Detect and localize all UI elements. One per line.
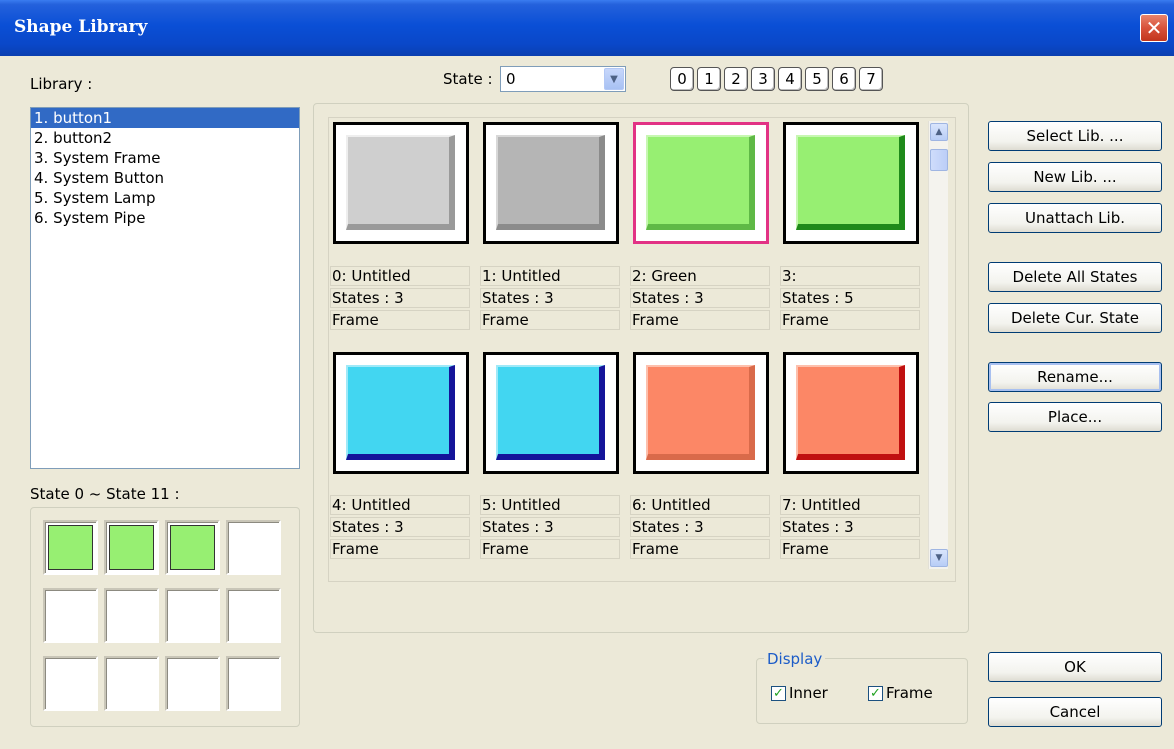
state-cell[interactable]: [104, 520, 159, 575]
unattach-lib-button[interactable]: Unattach Lib.: [988, 203, 1162, 233]
close-button[interactable]: ✕: [1140, 14, 1168, 42]
title-bar: Shape Library ✕: [0, 0, 1174, 56]
shape-name: 5: Untitled: [480, 495, 620, 515]
shape-grid-scrollbar[interactable]: ▲ ▼: [928, 121, 948, 569]
shape-tile-3[interactable]: [783, 122, 919, 244]
state-grid-group: [30, 507, 300, 727]
shape-tile-4[interactable]: [333, 352, 469, 474]
shape-states: States : 3: [630, 288, 770, 308]
chevron-down-icon[interactable]: ▼: [604, 68, 624, 90]
state-cell[interactable]: [165, 656, 220, 711]
shape-name: 7: Untitled: [780, 495, 920, 515]
state-dropdown[interactable]: 0 ▼: [500, 66, 626, 92]
state-button-1[interactable]: 1: [697, 67, 721, 91]
shape-type: Frame: [480, 310, 620, 330]
shape-states: States : 5: [780, 288, 920, 308]
shape-preview: [796, 365, 905, 460]
shape-type: Frame: [780, 539, 920, 559]
shape-tile-6[interactable]: [633, 352, 769, 474]
shape-preview: [646, 135, 755, 230]
library-list[interactable]: 1. button1 2. button2 3. System Frame 4.…: [30, 107, 300, 469]
state-range-label: State 0 ~ State 11 :: [30, 485, 180, 503]
shape-type: Frame: [780, 310, 920, 330]
shape-type: Frame: [330, 539, 470, 559]
delete-cur-state-button[interactable]: Delete Cur. State: [988, 303, 1162, 333]
state-cell[interactable]: [226, 656, 281, 711]
list-item[interactable]: 6. System Pipe: [31, 208, 299, 228]
shape-preview: [346, 365, 455, 460]
shape-states: States : 3: [780, 517, 920, 537]
state-cell[interactable]: [165, 588, 220, 643]
state-cell[interactable]: [43, 588, 98, 643]
list-item[interactable]: 2. button2: [31, 128, 299, 148]
shape-name: 4: Untitled: [330, 495, 470, 515]
state-cell[interactable]: [43, 656, 98, 711]
shape-name: 3:: [780, 266, 920, 286]
shape-preview: [496, 365, 605, 460]
display-label: Display: [764, 650, 826, 668]
state-button-0[interactable]: 0: [670, 67, 694, 91]
shape-preview: [646, 365, 755, 460]
inner-checkbox[interactable]: ✓: [771, 686, 786, 701]
inner-label: Inner: [789, 684, 828, 702]
delete-all-states-button[interactable]: Delete All States: [988, 262, 1162, 292]
state-cell[interactable]: [43, 520, 98, 575]
shape-tile-7[interactable]: [783, 352, 919, 474]
select-lib-button[interactable]: Select Lib. ...: [988, 121, 1162, 151]
shape-preview: [496, 135, 605, 230]
state-cell[interactable]: [226, 520, 281, 575]
shape-states: States : 3: [330, 288, 470, 308]
list-item[interactable]: 3. System Frame: [31, 148, 299, 168]
shape-preview: [796, 135, 905, 230]
state-cell[interactable]: [165, 520, 220, 575]
shape-tile-5[interactable]: [483, 352, 619, 474]
list-item[interactable]: 5. System Lamp: [31, 188, 299, 208]
state-button-7[interactable]: 7: [859, 67, 883, 91]
window-title: Shape Library: [14, 17, 148, 37]
shape-name: 1: Untitled: [480, 266, 620, 286]
list-item[interactable]: 4. System Button: [31, 168, 299, 188]
rename-button[interactable]: Rename...: [988, 362, 1162, 392]
shape-states: States : 3: [480, 517, 620, 537]
shape-tile-1[interactable]: [483, 122, 619, 244]
shape-name: 6: Untitled: [630, 495, 770, 515]
shape-type: Frame: [630, 539, 770, 559]
state-button-3[interactable]: 3: [751, 67, 775, 91]
scroll-down-icon[interactable]: ▼: [930, 549, 948, 567]
state-label: State :: [443, 70, 493, 88]
state-cell[interactable]: [104, 656, 159, 711]
state-button-5[interactable]: 5: [805, 67, 829, 91]
shape-tile-0[interactable]: [333, 122, 469, 244]
shape-states: States : 3: [480, 288, 620, 308]
state-button-2[interactable]: 2: [724, 67, 748, 91]
shape-type: Frame: [630, 310, 770, 330]
state-button-6[interactable]: 6: [832, 67, 856, 91]
ok-button[interactable]: OK: [988, 652, 1162, 682]
shape-states: States : 3: [630, 517, 770, 537]
state-cell[interactable]: [226, 588, 281, 643]
cancel-button[interactable]: Cancel: [988, 697, 1162, 727]
place-button[interactable]: Place...: [988, 402, 1162, 432]
state-button-4[interactable]: 4: [778, 67, 802, 91]
shape-name: 2: Green: [630, 266, 770, 286]
list-item[interactable]: 1. button1: [31, 108, 299, 128]
frame-label: Frame: [886, 684, 933, 702]
frame-checkbox[interactable]: ✓: [868, 686, 883, 701]
shape-preview: [346, 135, 455, 230]
scroll-up-icon[interactable]: ▲: [930, 123, 948, 141]
new-lib-button[interactable]: New Lib. ...: [988, 162, 1162, 192]
shape-type: Frame: [330, 310, 470, 330]
shape-type: Frame: [480, 539, 620, 559]
library-label: Library :: [30, 75, 93, 93]
state-cell[interactable]: [104, 588, 159, 643]
scroll-thumb[interactable]: [930, 149, 948, 171]
shape-states: States : 3: [330, 517, 470, 537]
state-value: 0: [506, 70, 516, 88]
shape-name: 0: Untitled: [330, 266, 470, 286]
shape-tile-2[interactable]: [633, 122, 769, 244]
